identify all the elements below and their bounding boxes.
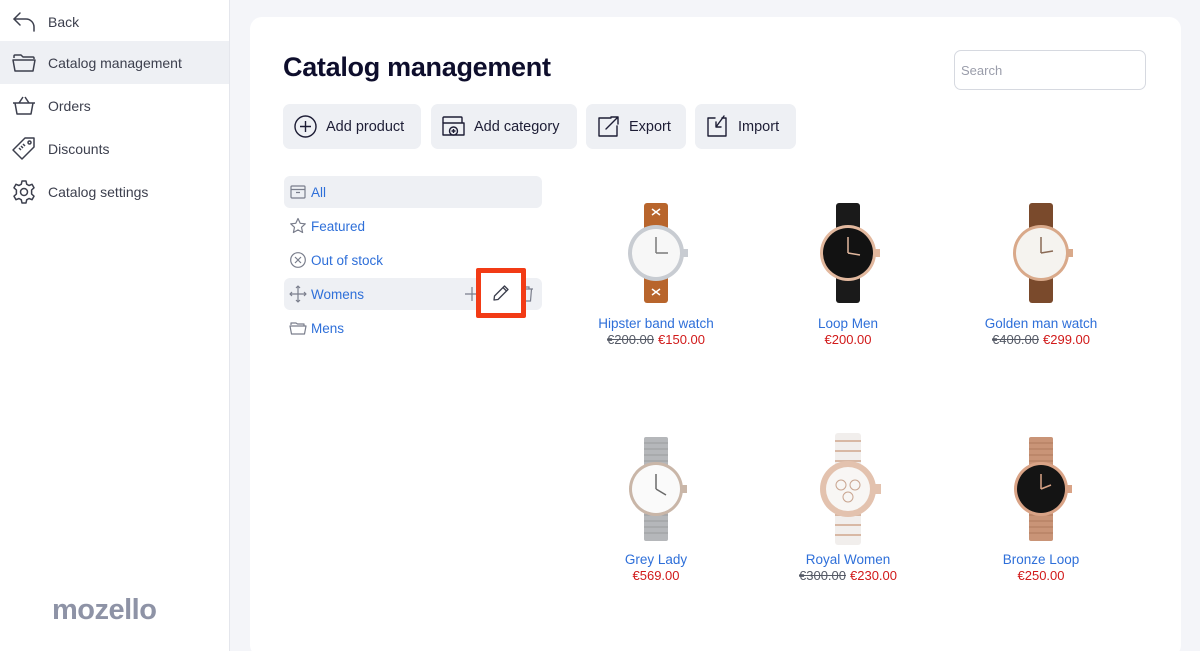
product-price: €569.00 <box>556 568 756 583</box>
button-label: Import <box>738 119 780 135</box>
product-name: Grey Lady <box>624 552 688 567</box>
category-mens[interactable]: Mens <box>284 312 542 344</box>
current-price: €150.00 <box>658 332 705 347</box>
product-name: Bronze Loop <box>1002 552 1080 567</box>
category-all[interactable]: All <box>284 176 542 208</box>
current-price: €299.00 <box>1043 332 1090 347</box>
page-title: Catalog management <box>283 52 551 82</box>
current-price: €250.00 <box>1017 568 1065 583</box>
watch-image <box>1013 203 1073 303</box>
product-price: €200.00 €150.00 <box>556 332 756 347</box>
watch-image <box>820 433 881 545</box>
sidebar: Back Catalog management Orders Discounts… <box>0 0 230 651</box>
sidebar-item-label: Discounts <box>48 141 110 157</box>
product-price: €400.00 €299.00 <box>941 332 1141 347</box>
product-card[interactable]: Golden man watch €400.00 €299.00 <box>941 193 1141 347</box>
product-price: €300.00 €230.00 <box>748 568 948 583</box>
export-icon <box>598 116 619 137</box>
category-label: Womens <box>311 287 365 302</box>
product-name: Loop Men <box>817 316 879 331</box>
import-icon <box>707 115 727 137</box>
star-icon <box>290 217 306 234</box>
add-folder-icon <box>442 116 465 136</box>
product-card[interactable]: Grey Lady €569.00 <box>556 429 756 583</box>
sidebar-item-orders[interactable]: Orders <box>0 84 229 127</box>
folder-icon <box>289 322 307 335</box>
category-label: Mens <box>311 321 345 336</box>
gear-icon <box>13 180 35 204</box>
current-price: €200.00 <box>824 332 872 347</box>
button-label: Add product <box>326 119 405 135</box>
watch-image <box>628 203 688 303</box>
sidebar-item-discounts[interactable]: Discounts <box>0 127 229 170</box>
product-name: Hipster band watch <box>598 316 714 331</box>
product-name: Golden man watch <box>984 316 1098 331</box>
sidebar-item-label: Back <box>48 14 80 30</box>
category-label: Featured <box>311 219 366 234</box>
add-category-button[interactable]: Add category <box>431 104 577 149</box>
pencil-icon <box>493 285 509 301</box>
sidebar-item-label: Catalog settings <box>48 184 149 200</box>
product-price: €250.00 <box>941 568 1141 583</box>
mozello-logo: mozello <box>52 594 157 626</box>
old-price: €400.00 <box>992 332 1039 347</box>
current-price: €569.00 <box>632 568 680 583</box>
button-label: Add category <box>474 119 560 135</box>
back-arrow-icon <box>13 12 35 32</box>
plus-circle-icon <box>294 115 317 138</box>
product-name: Royal Women <box>805 552 891 567</box>
category-label: Out of stock <box>311 253 384 268</box>
watch-image <box>1014 437 1072 541</box>
category-label: All <box>311 185 327 200</box>
search-input[interactable] <box>954 50 1146 90</box>
sidebar-item-catalog-settings[interactable]: Catalog settings <box>0 170 229 213</box>
export-button[interactable]: Export <box>586 104 686 149</box>
watch-image <box>629 437 687 541</box>
old-price: €200.00 <box>607 332 654 347</box>
old-price: €300.00 <box>799 568 846 583</box>
product-card[interactable]: Hipster band watch €200.00 €150.00 <box>556 193 756 347</box>
product-card[interactable]: Bronze Loop €250.00 <box>941 429 1141 583</box>
sidebar-item-label: Catalog management <box>48 55 182 71</box>
box-icon <box>290 185 306 199</box>
price-tag-icon <box>12 137 35 160</box>
product-price: €200.00 <box>748 332 948 347</box>
folder-icon <box>12 54 36 72</box>
current-price: €230.00 <box>850 568 897 583</box>
highlighted-edit-button[interactable] <box>476 268 526 318</box>
basket-icon <box>13 96 35 115</box>
x-circle-icon <box>290 252 306 268</box>
button-label: Export <box>629 119 671 135</box>
add-product-button[interactable]: Add product <box>283 104 421 149</box>
sidebar-item-catalog-management[interactable]: Catalog management <box>0 41 229 84</box>
move-icon <box>289 285 307 303</box>
import-button[interactable]: Import <box>695 104 796 149</box>
product-card[interactable]: Loop Men €200.00 <box>748 193 948 347</box>
category-featured[interactable]: Featured <box>284 210 542 242</box>
sidebar-item-back[interactable]: Back <box>0 0 229 43</box>
product-card[interactable]: Royal Women €300.00 €230.00 <box>748 429 948 583</box>
sidebar-item-label: Orders <box>48 98 91 114</box>
watch-image <box>820 203 880 303</box>
